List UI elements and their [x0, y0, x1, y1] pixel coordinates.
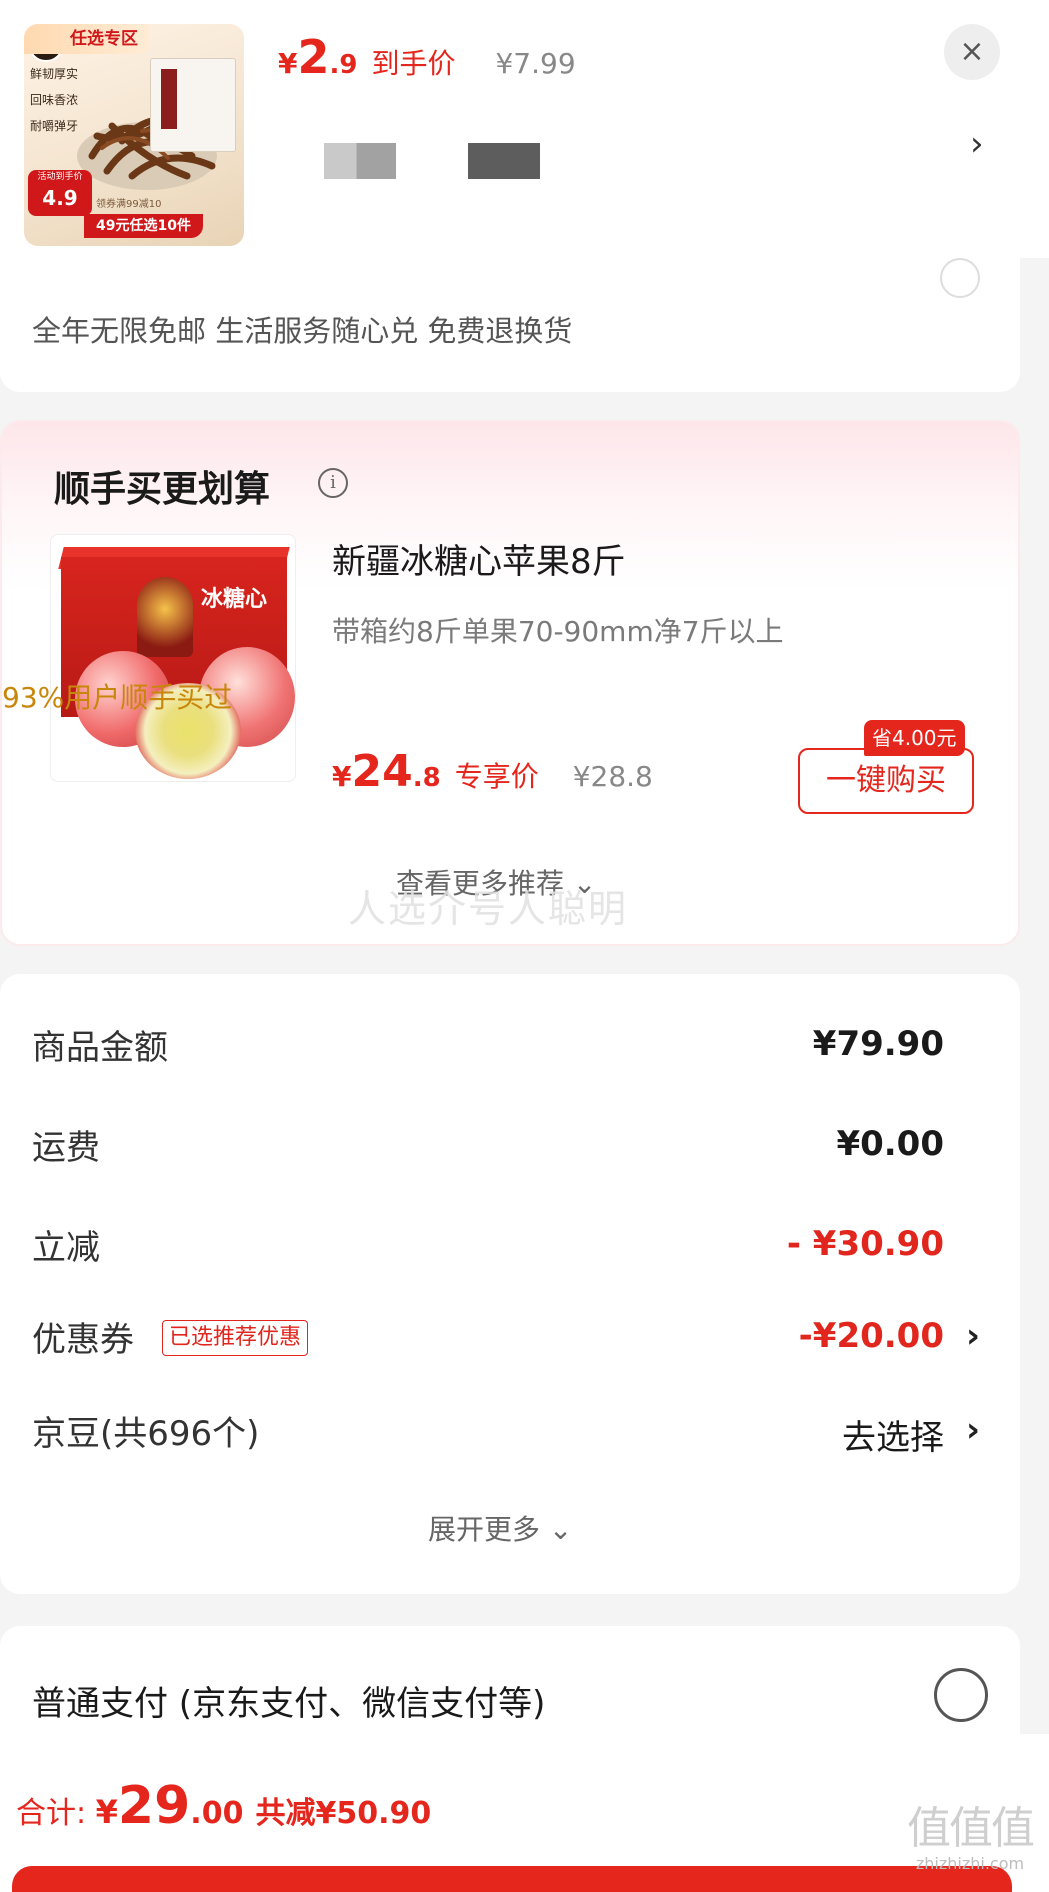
membership-radio[interactable]: [940, 258, 980, 298]
coupon-recommended-tag: 已选推荐优惠: [162, 1320, 309, 1356]
row-value: -¥20.00: [798, 1316, 944, 1356]
row-goods-amount: 商品金额 ¥79.90: [0, 1020, 1020, 1080]
exclusive-price-tag: 专享价: [454, 760, 539, 793]
row-label: 立减: [32, 1228, 100, 1268]
product-package-image: [150, 58, 236, 152]
save-badge: 省4.00元: [864, 720, 965, 756]
expand-more-link[interactable]: 展开更多 ⌄: [428, 1508, 572, 1548]
row-label: 运费: [32, 1128, 100, 1168]
watermark: 人选介号人聪明: [348, 887, 629, 931]
box-label: 冰糖心: [201, 586, 268, 612]
price-summary-card: 商品金额 ¥79.90 运费 ¥0.00 立减 - ¥30.90 优惠券 已选推…: [0, 974, 1020, 1594]
one-click-buy-button[interactable]: 一键购买: [798, 748, 974, 814]
recommend-card: 顺手买更划算 i 冰糖心 新疆冰糖心苹果8斤 带箱约8斤单果70-90mm净7斤…: [0, 420, 1020, 946]
thumb-feature: 鲜韧厚实: [30, 67, 79, 81]
thumb-price-badge: 活动到手价 4.9: [28, 170, 92, 216]
row-instant-discount: 立减 - ¥30.90: [0, 1220, 1020, 1280]
popup-price: ¥2.9 到手价 ¥7.99: [278, 30, 576, 84]
popup-price-tag: 到手价: [371, 47, 456, 80]
bottom-bar: 合计: ¥29.00 共减¥50.90 值值值 zhizhizhi.com: [0, 1734, 1049, 1892]
apple-product-image[interactable]: 冰糖心: [50, 534, 296, 782]
row-value: ¥0.00: [836, 1124, 944, 1164]
total-saved: 共减¥50.90: [255, 1796, 432, 1831]
popup-original-price: ¥7.99: [495, 47, 576, 80]
chevron-right-icon[interactable]: ›: [970, 124, 984, 164]
spec-option-1[interactable]: [324, 143, 396, 179]
row-label: 商品金额: [32, 1028, 168, 1068]
recommend-title: 顺手买更划算: [54, 469, 271, 510]
popup-product-thumbnail[interactable]: 磨 任选专区 鲜韧厚实 回味香浓 耐嚼弹牙 活动到手价 4: [24, 24, 244, 246]
spec-option-2[interactable]: [468, 143, 540, 179]
payment-method-label: 普通支付 (京东支付、微信支付等): [32, 1684, 546, 1724]
recommend-product-desc: 带箱约8斤单果70-90mm净7斤以上: [332, 615, 784, 648]
chevron-right-icon: ›: [965, 1316, 980, 1356]
row-value: - ¥30.90: [786, 1224, 944, 1264]
close-icon[interactable]: ×: [944, 24, 1000, 80]
row-jingdou[interactable]: 京豆(共696个) 去选择 ›: [0, 1406, 1020, 1466]
payment-radio[interactable]: [934, 1668, 988, 1722]
submit-order-button[interactable]: [12, 1866, 1012, 1892]
thumb-zone-tag: 任选专区: [24, 24, 150, 54]
thumb-features: 鲜韧厚实 回味香浓 耐嚼弹牙: [30, 64, 78, 142]
order-total: 合计: ¥29.00 共减¥50.90: [16, 1776, 432, 1836]
chevron-right-icon: ›: [965, 1410, 980, 1450]
recommend-product-name[interactable]: 新疆冰糖心苹果8斤: [332, 534, 626, 583]
row-value: ¥79.90: [812, 1024, 944, 1064]
row-value: 去选择: [842, 1418, 944, 1458]
row-shipping: 运费 ¥0.00: [0, 1120, 1020, 1180]
row-coupon[interactable]: 优惠券 已选推荐优惠 -¥20.00 ›: [0, 1312, 1020, 1372]
site-watermark: 值值值 zhizhizhi.com: [907, 1803, 1035, 1874]
recommend-price: ¥24.8 专享价 ¥28.8: [332, 746, 653, 797]
recommend-original-price: ¥28.8: [572, 760, 653, 793]
social-proof: 93%用户顺手买过: [2, 681, 233, 714]
info-icon[interactable]: i: [318, 468, 348, 498]
product-popup: 磨 任选专区 鲜韧厚实 回味香浓 耐嚼弹牙 活动到手价 4: [0, 0, 1049, 258]
membership-benefits: 全年无限免邮 生活服务随心兑 免费退换货: [32, 314, 573, 348]
row-label: 优惠券: [32, 1320, 134, 1360]
row-label: 京豆(共696个): [32, 1414, 260, 1454]
thumb-feature: 回味香浓: [30, 93, 79, 107]
thumb-promo-bar: 49元任选10件: [84, 214, 203, 238]
thumb-feature: 耐嚼弹牙: [30, 119, 79, 133]
thumb-coupon-note: 领券满99减10: [96, 199, 162, 210]
